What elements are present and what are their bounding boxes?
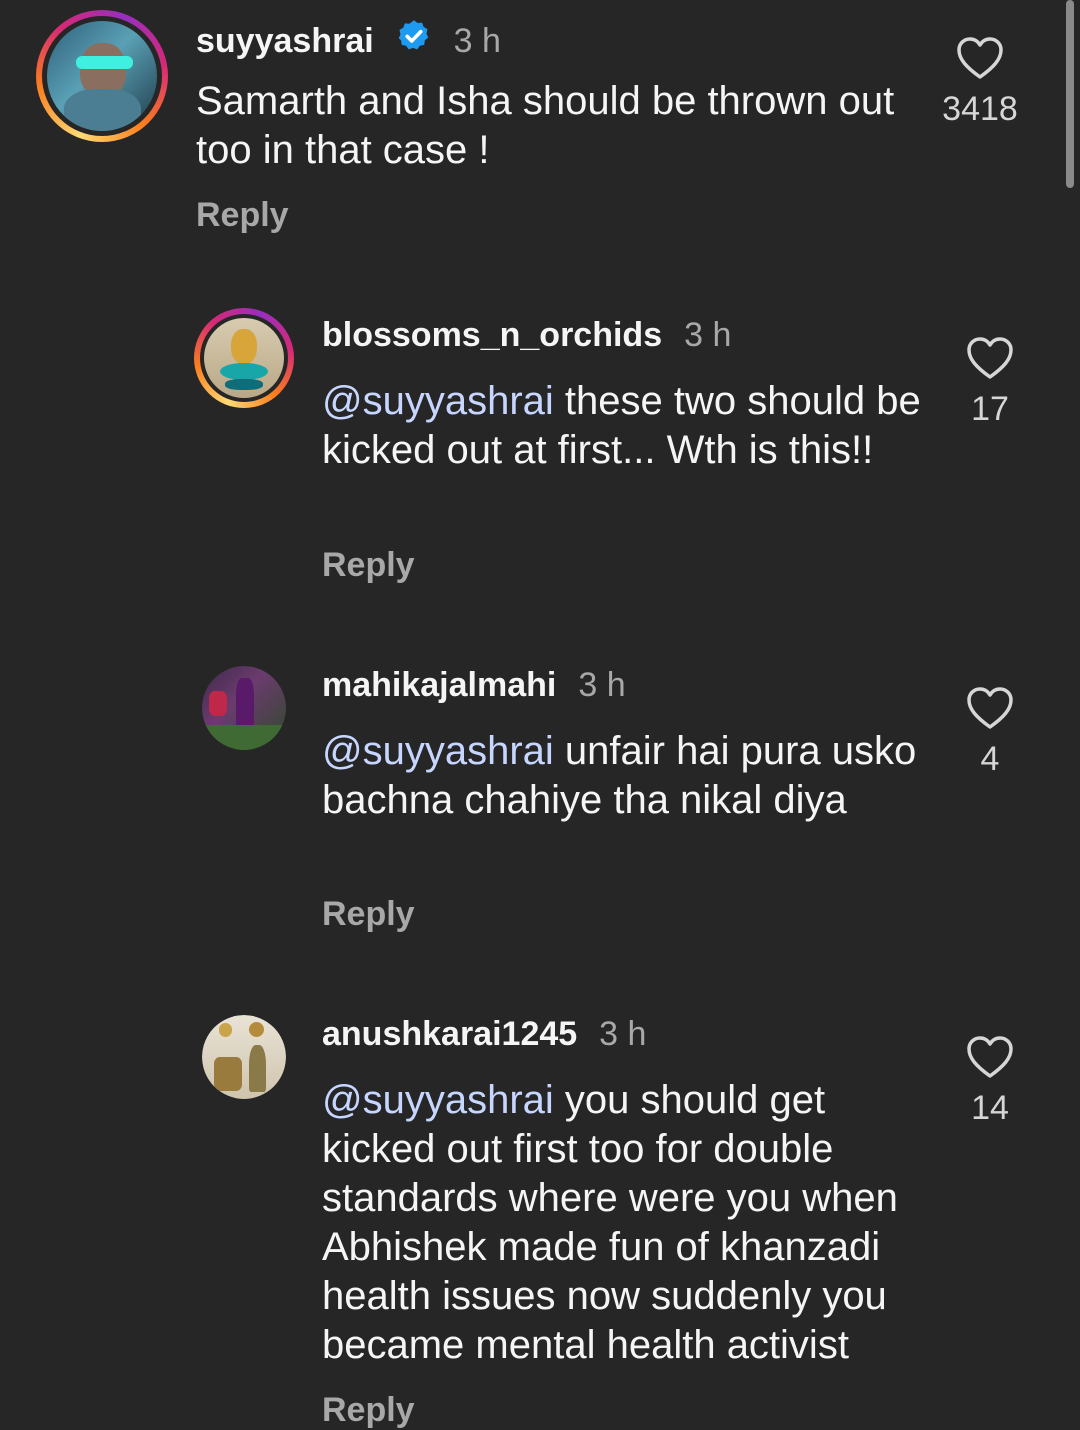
comment-time: 3 h: [684, 316, 732, 354]
reply-button[interactable]: Reply: [196, 196, 289, 235]
avatar[interactable]: [202, 666, 286, 750]
reply-button[interactable]: Reply: [322, 1391, 415, 1430]
comment-username[interactable]: blossoms_n_orchids: [322, 316, 662, 355]
comment-item: anushkarai1245 3 h @suyyashrai you shoul…: [0, 999, 1080, 1429]
mention-link[interactable]: @suyyashrai: [322, 729, 554, 773]
like-count: 14: [971, 1089, 1009, 1127]
avatar[interactable]: [36, 10, 168, 142]
like-count: 17: [971, 390, 1009, 428]
verified-badge-icon: [396, 18, 432, 54]
comment-username[interactable]: mahikajalmahi: [322, 666, 556, 705]
comment-text: @suyyashrai you should get kicked out fi…: [322, 1076, 942, 1370]
comment-body: Samarth and Isha should be thrown out to…: [196, 79, 895, 172]
reply-button[interactable]: Reply: [322, 895, 415, 934]
comment-text: Samarth and Isha should be thrown out to…: [196, 77, 896, 175]
comment-time: 3 h: [599, 1015, 647, 1053]
comment-item: blossoms_n_orchids 3 h @suyyashrai these…: [0, 300, 1080, 620]
mention-link[interactable]: @suyyashrai: [322, 379, 554, 423]
like-button[interactable]: 3418: [935, 36, 1025, 129]
like-button[interactable]: 4: [945, 686, 1035, 779]
like-count: 3418: [942, 90, 1018, 128]
scrollbar[interactable]: [1066, 0, 1074, 188]
avatar[interactable]: [194, 308, 294, 408]
comment-time: 3 h: [453, 22, 501, 60]
heart-icon[interactable]: [966, 336, 1014, 380]
like-button[interactable]: 17: [945, 336, 1035, 429]
heart-icon[interactable]: [966, 686, 1014, 730]
comment-item: suyyashrai 3 h Samarth and Isha should b…: [0, 0, 1080, 260]
comment-item: mahikajalmahi 3 h @suyyashrai unfair hai…: [0, 650, 1080, 970]
comment-username[interactable]: suyyashrai: [196, 22, 374, 61]
heart-icon[interactable]: [956, 36, 1004, 80]
comment-text: @suyyashrai these two should be kicked o…: [322, 377, 922, 475]
avatar[interactable]: [202, 1015, 286, 1099]
like-count: 4: [980, 740, 1000, 778]
mention-link[interactable]: @suyyashrai: [322, 1078, 554, 1122]
heart-icon[interactable]: [966, 1035, 1014, 1079]
comment-text: @suyyashrai unfair hai pura usko bachna …: [322, 727, 922, 825]
like-button[interactable]: 14: [945, 1035, 1035, 1128]
comment-time: 3 h: [578, 666, 626, 704]
comment-username[interactable]: anushkarai1245: [322, 1015, 577, 1054]
reply-button[interactable]: Reply: [322, 546, 415, 585]
